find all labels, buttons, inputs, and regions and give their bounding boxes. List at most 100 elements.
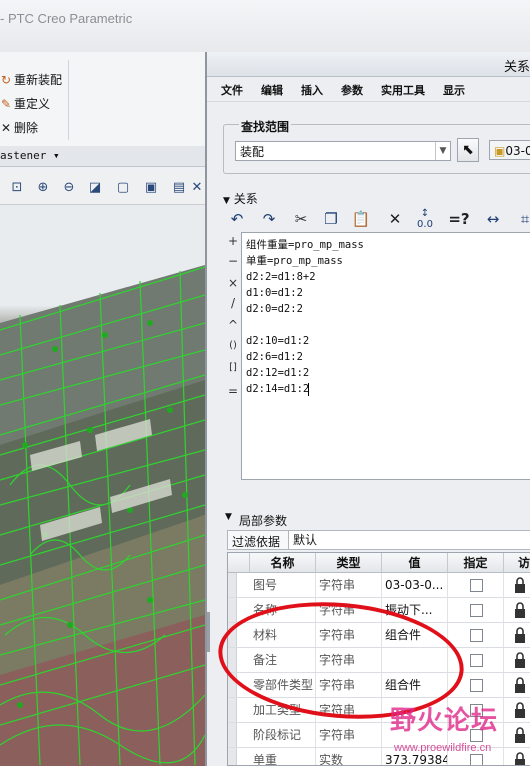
operator-equals[interactable]: =: [225, 384, 241, 398]
param-type-cell[interactable]: 字符串: [316, 698, 382, 722]
filter-select[interactable]: 默认: [288, 531, 530, 549]
designated-checkbox[interactable]: [470, 629, 483, 642]
fastener-group-label[interactable]: astener ▾: [0, 146, 205, 167]
evaluate-icon[interactable]: =?: [447, 208, 471, 230]
col-access[interactable]: 访: [504, 553, 530, 573]
param-name-cell[interactable]: 备注: [250, 648, 316, 672]
delete-icon[interactable]: ✕: [383, 208, 407, 230]
param-value-cell[interactable]: [382, 648, 448, 672]
table-row[interactable]: 材料 字符串 组合件: [228, 623, 530, 648]
verify-icon[interactable]: ⌗: [513, 208, 530, 230]
param-type-cell[interactable]: 实数: [316, 748, 382, 765]
operator-minus[interactable]: −: [225, 254, 241, 268]
cut-icon[interactable]: ✂: [289, 208, 313, 230]
view-orient-icon[interactable]: ▢: [112, 177, 134, 199]
menu-parameters[interactable]: 参数: [341, 82, 363, 98]
saved-views-icon[interactable]: ▣: [140, 177, 162, 199]
operator-power[interactable]: ^: [225, 318, 241, 332]
designated-checkbox[interactable]: [470, 654, 483, 667]
reassemble-button[interactable]: ↻ 重新装配: [0, 69, 62, 91]
menu-utilities[interactable]: 实用工具: [381, 82, 425, 98]
param-name-cell[interactable]: 阶段标记: [250, 723, 316, 747]
search-scope-select[interactable]: 装配 ▼: [235, 141, 451, 161]
select-pointer-button[interactable]: ⬉: [457, 138, 479, 162]
param-type-cell[interactable]: 字符串: [316, 723, 382, 747]
param-value-cell[interactable]: 373.793840: [382, 748, 448, 765]
menu-edit[interactable]: 编辑: [261, 82, 283, 98]
lock-icon[interactable]: [514, 576, 526, 594]
paste-icon[interactable]: 📋: [349, 208, 373, 230]
designated-checkbox[interactable]: [470, 604, 483, 617]
designated-checkbox[interactable]: [470, 579, 483, 592]
operator-plus[interactable]: +: [225, 234, 241, 248]
selected-item-field[interactable]: ▣03-0: [489, 140, 530, 160]
lock-icon[interactable]: [514, 701, 526, 719]
menu-insert[interactable]: 插入: [301, 82, 323, 98]
designated-checkbox[interactable]: [470, 679, 483, 692]
param-value-cell[interactable]: 组合件: [382, 673, 448, 697]
col-type[interactable]: 类型: [316, 553, 382, 573]
relation-line[interactable]: d2:12=d1:2: [246, 365, 309, 381]
lock-icon[interactable]: [514, 601, 526, 619]
undo-icon[interactable]: ↶: [225, 208, 249, 230]
relations-editor[interactable]: 组件重量=pro_mp_mass 单重=pro_mp_mass d2:2=d1:…: [241, 232, 530, 480]
relation-line[interactable]: 单重=pro_mp_mass: [246, 253, 343, 269]
param-type-cell[interactable]: 字符串: [316, 623, 382, 647]
param-name-cell[interactable]: 图号: [250, 573, 316, 597]
operator-multiply[interactable]: ×: [225, 276, 241, 290]
zoom-out-icon[interactable]: ⊖: [58, 177, 80, 199]
operator-brackets[interactable]: []: [225, 362, 241, 373]
model-viewport[interactable]: [0, 205, 205, 766]
designated-checkbox[interactable]: [470, 754, 483, 765]
table-row[interactable]: 加工类型 字符串: [228, 698, 530, 723]
table-row[interactable]: 备注 字符串: [228, 648, 530, 673]
lock-icon[interactable]: [514, 626, 526, 644]
relations-section-toggle[interactable]: ▼ 关系: [223, 190, 258, 207]
copy-icon[interactable]: ❐: [319, 208, 343, 230]
insert-dimension-icon[interactable]: ↔: [481, 208, 505, 230]
relation-line[interactable]: d2:2=d1:8+2: [246, 269, 316, 285]
col-name[interactable]: 名称: [250, 553, 316, 573]
param-value-cell[interactable]: 组合件: [382, 623, 448, 647]
designated-checkbox[interactable]: [470, 729, 483, 742]
sort-relations-icon[interactable]: ↕ 0.0: [413, 208, 437, 230]
zoom-fit-icon[interactable]: ⊡: [6, 177, 28, 199]
param-value-cell[interactable]: [382, 723, 448, 747]
redo-icon[interactable]: ↷: [257, 208, 281, 230]
lock-icon[interactable]: [514, 651, 526, 669]
col-designated[interactable]: 指定: [448, 553, 504, 573]
param-type-cell[interactable]: 字符串: [316, 648, 382, 672]
delete-button[interactable]: ✕ 删除: [0, 117, 38, 139]
param-type-cell[interactable]: 字符串: [316, 673, 382, 697]
table-row[interactable]: 阶段标记 字符串: [228, 723, 530, 748]
relation-line[interactable]: 组件重量=pro_mp_mass: [246, 237, 364, 253]
param-value-cell[interactable]: 03-03-0...: [382, 573, 448, 597]
operator-parentheses[interactable]: (): [225, 340, 241, 351]
param-type-cell[interactable]: 字符串: [316, 598, 382, 622]
table-row[interactable]: 单重实数373.793840: [228, 748, 530, 765]
lock-icon[interactable]: [514, 676, 526, 694]
param-name-cell[interactable]: 名称: [250, 598, 316, 622]
relation-line[interactable]: d2:6=d1:2: [246, 349, 303, 365]
relation-line[interactable]: d1:0=d1:2: [246, 285, 303, 301]
table-row[interactable]: 零部件类型 字符串 组合件: [228, 673, 530, 698]
relation-line[interactable]: d2:10=d1:2: [246, 333, 309, 349]
param-name-cell[interactable]: 材料: [250, 623, 316, 647]
lock-icon[interactable]: [514, 726, 526, 744]
relation-line[interactable]: d2:14=d1:2: [246, 381, 309, 397]
local-params-header[interactable]: ▼ 局部参数: [207, 512, 530, 528]
param-name-cell[interactable]: 零部件类型: [250, 673, 316, 697]
param-type-cell[interactable]: 字符串: [316, 573, 382, 597]
col-value[interactable]: 值: [382, 553, 448, 573]
designated-checkbox[interactable]: [470, 704, 483, 717]
lock-icon[interactable]: [514, 751, 526, 765]
table-row[interactable]: 名称 字符串 振动下...: [228, 598, 530, 623]
zoom-in-icon[interactable]: ⊕: [32, 177, 54, 199]
menu-display[interactable]: 显示: [443, 82, 465, 98]
relation-line[interactable]: d2:0=d2:2: [246, 301, 303, 317]
menu-file[interactable]: 文件: [221, 82, 243, 98]
param-name-cell[interactable]: 加工类型: [250, 698, 316, 722]
param-value-cell[interactable]: [382, 698, 448, 722]
repaint-icon[interactable]: ◪: [84, 177, 106, 199]
param-value-cell[interactable]: 振动下...: [382, 598, 448, 622]
